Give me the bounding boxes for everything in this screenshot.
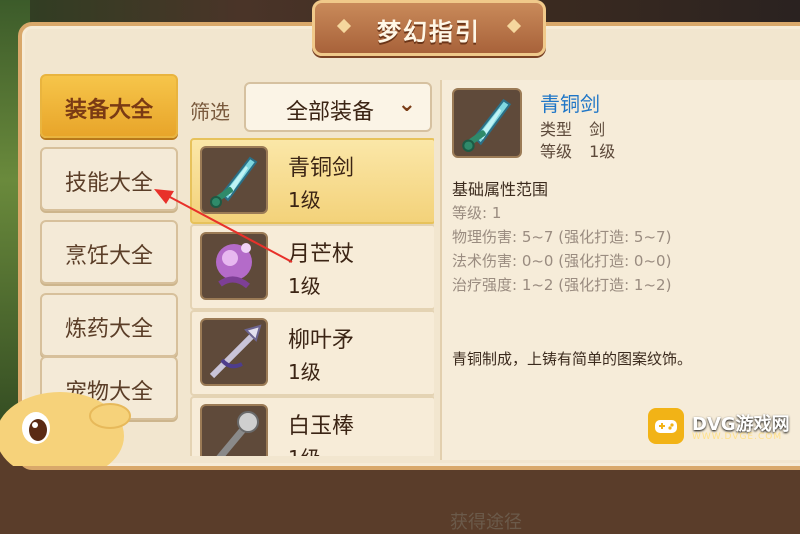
nav-item-label: 烹饪大全 — [64, 244, 153, 269]
watermark-url: WWW.DVGE.COM — [692, 432, 783, 442]
nav-item-label: 技能大全 — [64, 171, 153, 196]
nav-item-cooking[interactable]: 烹饪大全 — [40, 220, 178, 284]
page-title: 梦幻指引 — [377, 18, 481, 46]
detail-stat-physical: 物理伤害: 5~7 (强化打造: 5~7) — [452, 228, 672, 246]
mascot-character — [0, 392, 131, 466]
title-plate: 梦幻指引 — [312, 0, 546, 56]
item-list[interactable]: 青铜剑 1级 月芒杖 1级 柳叶矛 1级 白玉棒 — [186, 136, 434, 456]
detail-stat-magic: 法术伤害: 0~0 (强化打造: 0~0) — [452, 252, 672, 270]
detail-section-title: 基础属性范围 — [452, 180, 549, 199]
list-item-bronze-sword[interactable]: 青铜剑 1级 — [190, 138, 434, 224]
bronze-sword-icon — [452, 88, 522, 158]
detail-stat-healing: 治疗强度: 1~2 (强化打造: 1~2) — [452, 276, 672, 294]
detail-level-value: 1级 — [589, 142, 616, 161]
nav-item-label: 装备大全 — [64, 98, 153, 123]
nav-item-skills[interactable]: 技能大全 — [40, 147, 178, 211]
detail-item-name: 青铜剑 — [540, 92, 600, 116]
list-item-moon-staff[interactable]: 月芒杖 1级 — [190, 224, 434, 310]
filter-selected-value: 全部装备 — [286, 100, 375, 125]
item-level: 1级 — [288, 360, 321, 384]
equipment-filter-select[interactable]: 全部装备 ⌄ — [244, 82, 432, 132]
detail-level: 等级 1级 — [540, 138, 615, 162]
willow-spear-icon — [200, 318, 268, 386]
detail-type-label: 类型 — [540, 120, 573, 139]
detail-obtain-heading: 获得途径 — [450, 512, 522, 533]
item-level: 1级 — [288, 188, 321, 212]
list-item-jade-club[interactable]: 白玉棒 1级 — [190, 396, 434, 456]
detail-level-label: 等级 — [540, 142, 573, 161]
item-name: 白玉棒 — [288, 414, 355, 439]
item-name: 月芒杖 — [288, 242, 355, 267]
chevron-down-icon: ⌄ — [397, 92, 416, 117]
gamepad-icon — [648, 408, 684, 444]
jade-club-icon — [200, 404, 268, 456]
bronze-sword-icon — [200, 146, 268, 214]
moon-staff-icon — [200, 232, 268, 300]
nav-item-equipment[interactable]: 装备大全 — [40, 74, 178, 138]
filter-label: 筛选 — [190, 100, 230, 124]
item-level: 1级 — [288, 442, 321, 456]
list-item-willow-spear[interactable]: 柳叶矛 1级 — [190, 310, 434, 396]
watermark: DVG游戏网 WWW.DVGE.COM — [648, 404, 800, 450]
nav-item-alchemy[interactable]: 炼药大全 — [40, 293, 178, 357]
item-name: 青铜剑 — [288, 156, 355, 181]
detail-stat-level: 等级: 1 — [452, 204, 502, 222]
item-level: 1级 — [288, 274, 321, 298]
item-name: 柳叶矛 — [288, 328, 355, 353]
detail-type: 类型 剑 — [540, 116, 605, 140]
nav-item-label: 炼药大全 — [64, 317, 153, 342]
detail-description: 青铜制成，上铸有简单的图案纹饰。 — [452, 350, 693, 368]
detail-type-value: 剑 — [589, 120, 606, 139]
item-detail-panel: 青铜剑 类型 剑 等级 1级 基础属性范围 等级: 1 物理伤害: 5~7 (强… — [440, 80, 800, 533]
